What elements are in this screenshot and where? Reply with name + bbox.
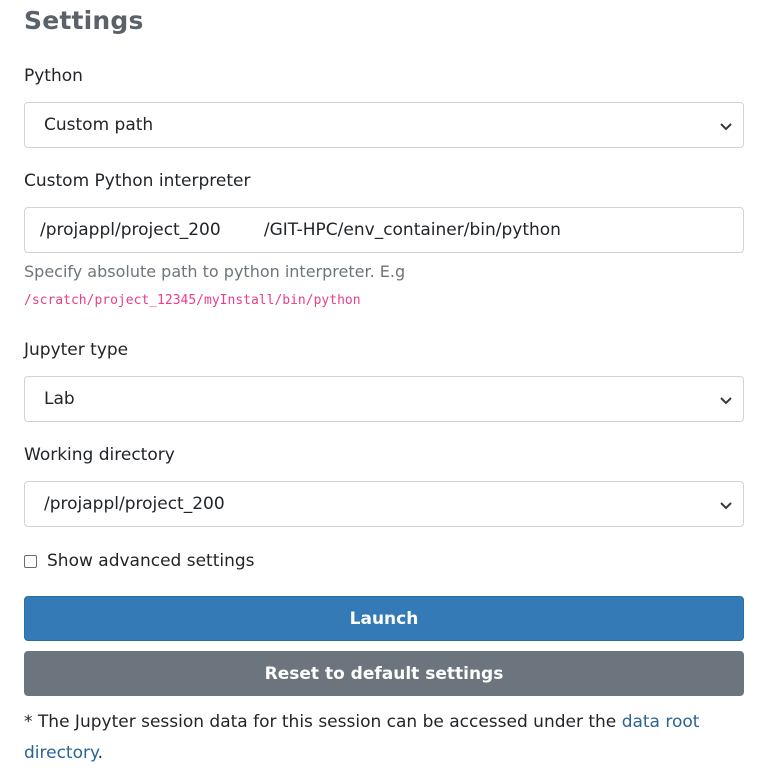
- launch-button[interactable]: Launch: [24, 596, 744, 641]
- jupyter-type-label: Jupyter type: [24, 340, 129, 360]
- session-data-note-text: * The Jupyter session data for this sess…: [24, 712, 622, 732]
- python-select-value: Custom path: [44, 115, 154, 135]
- advanced-settings-checkbox[interactable]: [24, 554, 37, 568]
- working-directory-label: Working directory: [24, 445, 175, 465]
- chevron-down-icon: [720, 397, 732, 405]
- jupyter-type-select[interactable]: Lab: [24, 376, 744, 422]
- jupyter-type-select-value: Lab: [44, 389, 75, 409]
- custom-interpreter-label: Custom Python interpreter: [24, 171, 251, 191]
- python-select[interactable]: Custom path: [24, 102, 744, 148]
- session-data-note-end: .: [97, 743, 104, 763]
- advanced-settings-label[interactable]: Show advanced settings: [47, 551, 255, 571]
- session-data-note: * The Jupyter session data for this sess…: [24, 707, 744, 769]
- interpreter-example-path: /scratch/project_12345/myInstall/bin/pyt…: [24, 293, 361, 308]
- page-title: Settings: [24, 6, 144, 35]
- chevron-down-icon: [720, 123, 732, 131]
- chevron-down-icon: [720, 502, 732, 510]
- working-directory-select-value: /projappl/project_200: [44, 494, 225, 514]
- custom-interpreter-input[interactable]: [24, 207, 744, 253]
- python-label: Python: [24, 66, 83, 86]
- reset-defaults-button[interactable]: Reset to default settings: [24, 651, 744, 696]
- advanced-settings-row: Show advanced settings: [24, 550, 255, 572]
- interpreter-help-text: Specify absolute path to python interpre…: [24, 262, 406, 281]
- working-directory-select[interactable]: /projappl/project_200: [24, 481, 744, 527]
